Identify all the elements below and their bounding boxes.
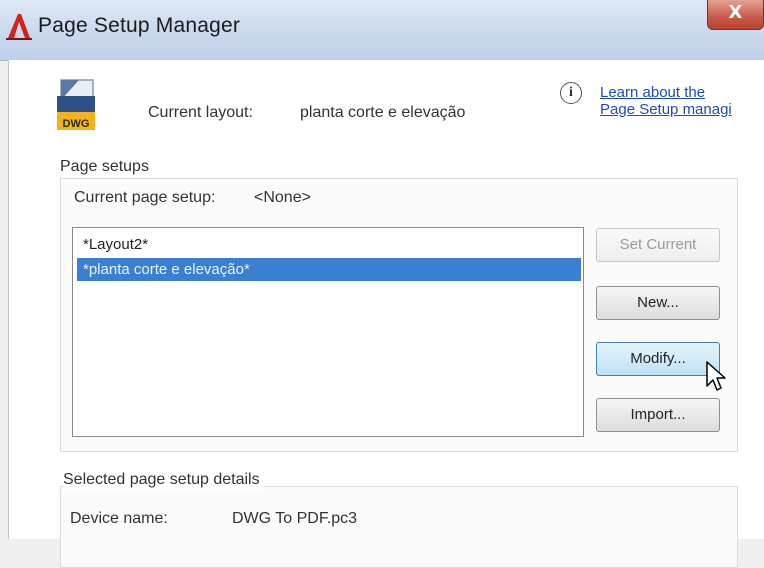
- selected-details-group-label: Selected page setup details: [63, 471, 264, 489]
- title-bar: Page Setup Manager X: [0, 0, 764, 61]
- set-current-button[interactable]: Set Current: [596, 228, 720, 262]
- import-button[interactable]: Import...: [596, 398, 720, 432]
- current-layout-label: Current layout:: [148, 104, 253, 121]
- page-setup-list[interactable]: *Layout2* *planta corte e elevação*: [72, 227, 584, 437]
- arrow-cursor-icon: [706, 361, 726, 391]
- modify-button[interactable]: Modify...: [596, 342, 720, 376]
- learn-about-page-setup-link[interactable]: Learn about the Page Setup managi: [600, 84, 764, 118]
- current-layout-value: planta corte e elevação: [300, 104, 466, 121]
- window-title: Page Setup Manager: [38, 14, 241, 37]
- info-icon: i: [560, 82, 582, 104]
- list-item-planta-corte-e-elevacao[interactable]: *planta corte e elevação*: [77, 258, 581, 281]
- dwg-file-icon: DWG: [57, 79, 95, 130]
- current-page-setup-value: <None>: [254, 189, 311, 206]
- close-icon: X: [728, 2, 743, 23]
- page-setups-group-label: Page setups: [60, 158, 153, 176]
- help-link-line-2: Page Setup managi: [600, 101, 732, 118]
- help-link-line-1: Learn about the: [600, 84, 706, 101]
- device-name-label: Device name:: [70, 510, 168, 527]
- current-page-setup-label: Current page setup:: [74, 189, 216, 206]
- autocad-logo-icon[interactable]: [6, 12, 32, 40]
- dwg-icon-label: DWG: [63, 118, 90, 130]
- list-item-layout2[interactable]: *Layout2*: [77, 233, 581, 256]
- new-button[interactable]: New...: [596, 286, 720, 320]
- device-name-value: DWG To PDF.pc3: [232, 510, 358, 527]
- close-button[interactable]: X: [707, 0, 764, 30]
